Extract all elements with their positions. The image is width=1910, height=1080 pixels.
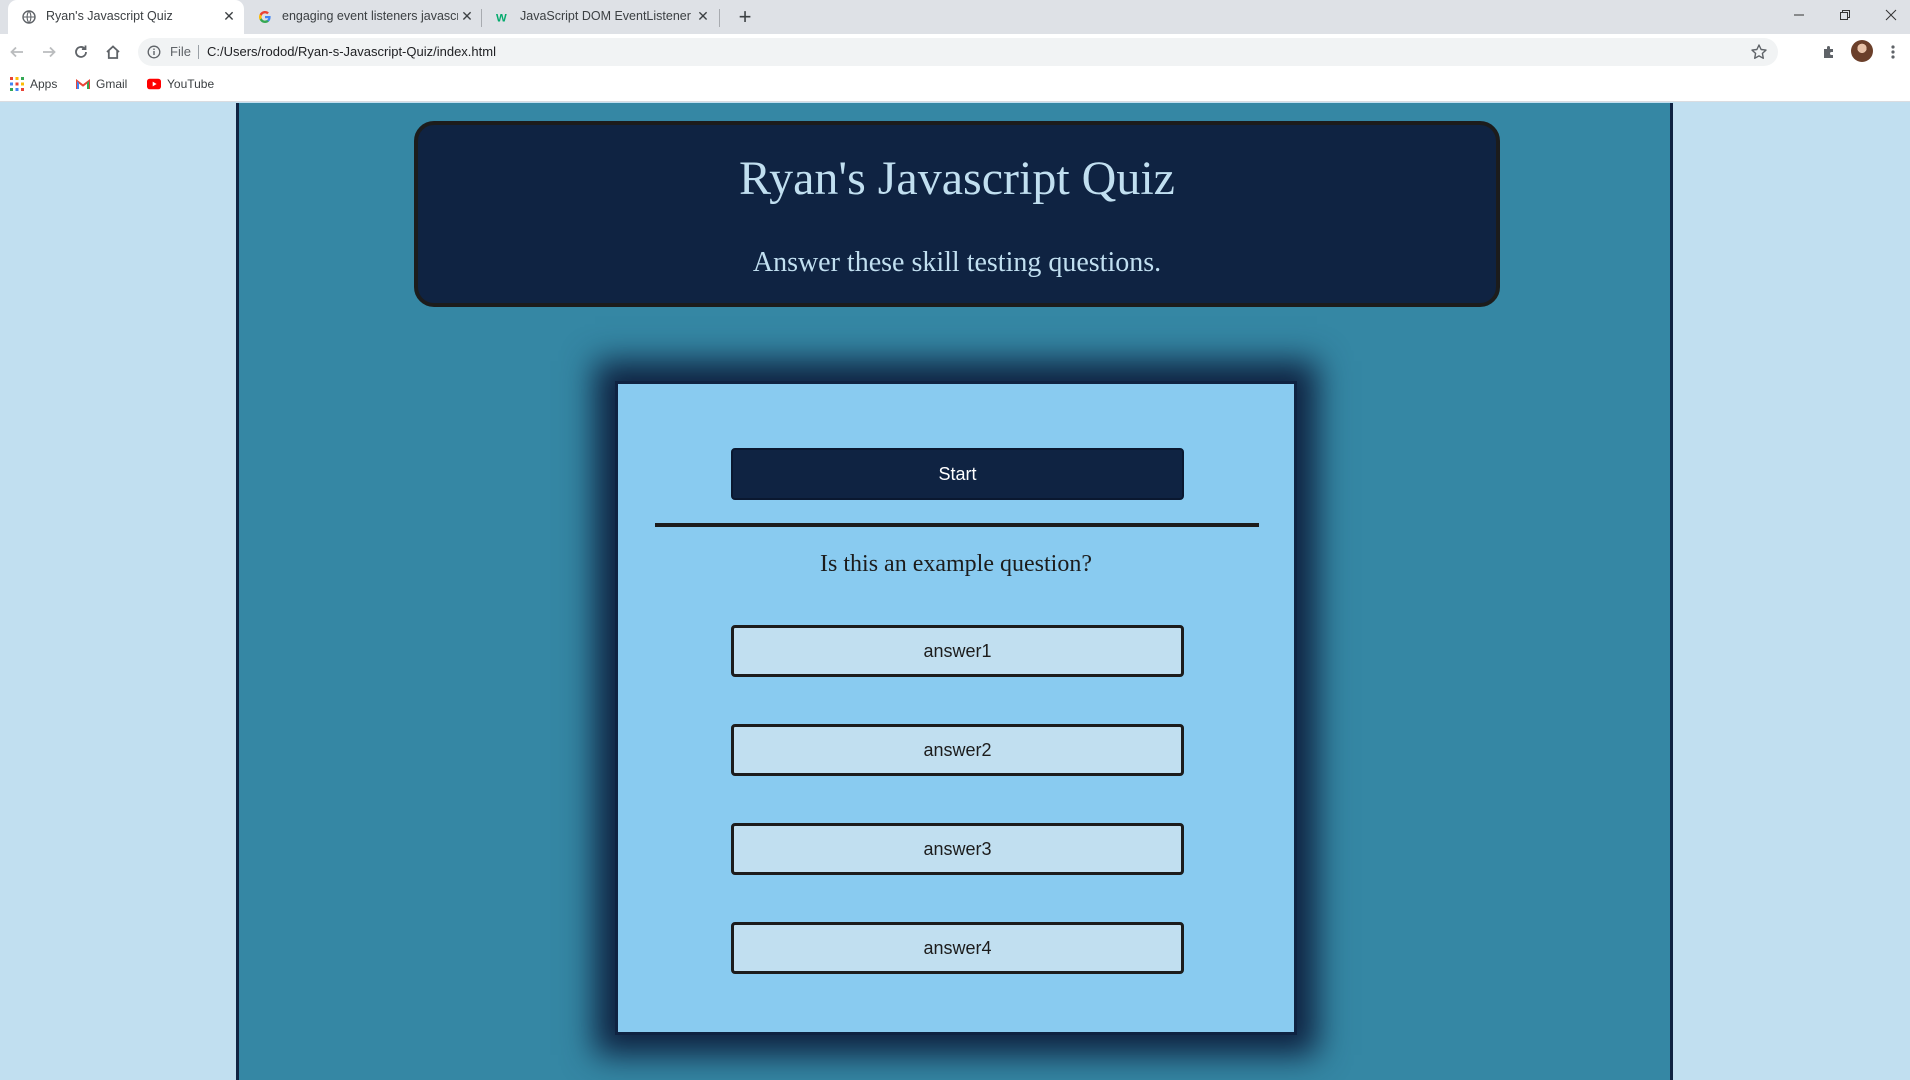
- answer2-button[interactable]: answer2: [731, 724, 1184, 776]
- info-icon[interactable]: [147, 45, 161, 59]
- tab-title: engaging event listeners javascript: [282, 9, 458, 23]
- google-icon: [258, 10, 272, 24]
- bookmark-gmail[interactable]: Gmail: [76, 77, 127, 91]
- page-container: Ryan's Javascript Quiz Answer these skil…: [236, 103, 1673, 1080]
- divider-rule: [655, 523, 1259, 527]
- tab-title: JavaScript DOM EventListener: [520, 9, 691, 23]
- reload-icon[interactable]: [69, 40, 93, 64]
- bookmarks-bar: Apps Gmail YouTube: [0, 70, 1910, 102]
- answer4-button[interactable]: answer4: [731, 922, 1184, 974]
- url-text[interactable]: C:/Users/rodod/Ryan-s-Javascript-Quiz/in…: [207, 44, 496, 59]
- page-title: Ryan's Javascript Quiz: [739, 152, 1175, 205]
- close-tab-icon[interactable]: ✕: [694, 7, 712, 25]
- tab-title: Ryan's Javascript Quiz: [46, 9, 173, 23]
- svg-text:W: W: [496, 12, 507, 24]
- tab-ryans-javascript-quiz[interactable]: Ryan's Javascript Quiz ✕: [8, 0, 244, 34]
- browser-toolbar: File C:/Users/rodod/Ryan-s-Javascript-Qu…: [0, 34, 1910, 70]
- tab-separator: [719, 9, 720, 27]
- globe-icon: [22, 10, 36, 24]
- minimize-icon[interactable]: [1776, 0, 1822, 30]
- bookmark-label: Apps: [30, 77, 58, 91]
- home-icon[interactable]: [101, 40, 125, 64]
- bookmark-star-icon[interactable]: [1750, 43, 1768, 61]
- forward-arrow-icon[interactable]: [37, 40, 61, 64]
- answer3-button[interactable]: answer3: [731, 823, 1184, 875]
- new-tab-plus-icon[interactable]: +: [732, 4, 758, 30]
- question-text: Is this an example question?: [820, 551, 1092, 577]
- bookmark-apps[interactable]: Apps: [10, 77, 57, 91]
- tab-w3schools[interactable]: W JavaScript DOM EventListener ✕: [482, 0, 718, 34]
- address-divider: [198, 45, 199, 59]
- page-subtitle: Answer these skill testing questions.: [752, 247, 1162, 278]
- url-scheme: File: [170, 44, 191, 59]
- bookmark-label: Gmail: [96, 77, 128, 91]
- address-bar[interactable]: File C:/Users/rodod/Ryan-s-Javascript-Qu…: [138, 38, 1778, 66]
- quiz-card: Start Is this an example question? answe…: [615, 381, 1297, 1035]
- close-window-icon[interactable]: [1868, 0, 1910, 30]
- bookmark-label: YouTube: [167, 77, 215, 91]
- bookmark-youtube[interactable]: YouTube: [147, 77, 214, 91]
- close-tab-icon[interactable]: ✕: [220, 7, 238, 25]
- tab-strip: Ryan's Javascript Quiz ✕ engaging event …: [0, 0, 1910, 34]
- page-viewport: Ryan's Javascript Quiz Answer these skil…: [0, 103, 1910, 1080]
- restore-icon[interactable]: [1822, 0, 1868, 30]
- close-tab-icon[interactable]: ✕: [458, 7, 476, 25]
- start-button[interactable]: Start: [731, 448, 1184, 500]
- answer1-button[interactable]: answer1: [731, 625, 1184, 677]
- profile-avatar[interactable]: [1851, 40, 1873, 62]
- more-menu-icon[interactable]: [1883, 42, 1903, 62]
- gmail-icon: [76, 77, 90, 91]
- extensions-puzzle-icon[interactable]: [1819, 42, 1839, 62]
- tab-google-search[interactable]: engaging event listeners javascript ✕: [244, 0, 480, 34]
- back-arrow-icon[interactable]: [5, 40, 29, 64]
- youtube-icon: [147, 77, 161, 91]
- page-header: Ryan's Javascript Quiz Answer these skil…: [414, 121, 1500, 307]
- w3schools-icon: W: [496, 10, 510, 24]
- apps-grid-icon: [10, 77, 24, 91]
